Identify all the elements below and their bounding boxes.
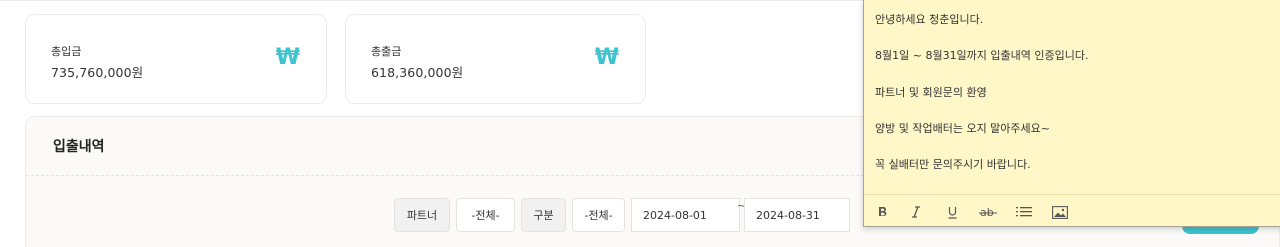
italic-icon[interactable]	[906, 203, 926, 221]
panel-title: 입출내역	[53, 139, 105, 155]
partner-filter-label: 파트너	[394, 198, 450, 232]
total-deposit-value: 735,760,000원	[51, 65, 144, 80]
won-icon: ₩	[594, 45, 619, 70]
memo-line: 8월1일 ~ 8월31일까지 입출내역 인증입니다.	[875, 49, 1089, 62]
type-select[interactable]: -전체-	[572, 198, 625, 232]
total-deposit-label: 총입금	[51, 45, 82, 58]
image-icon[interactable]	[1050, 203, 1070, 221]
total-deposit-card: 총입금 735,760,000원 ₩	[25, 14, 327, 104]
date-to-input[interactable]: 2024-08-31	[744, 198, 850, 232]
memo-line: 안녕하세요 청춘입니다.	[875, 13, 984, 26]
memo-popup[interactable]: 안녕하세요 청춘입니다. 8월1일 ~ 8월31일까지 입출내역 인증입니다. …	[863, 0, 1280, 227]
total-withdrawal-card: 총출금 618,360,000원 ₩	[345, 14, 646, 104]
memo-line: 꼭 실배터만 문의주시기 바랍니다.	[875, 158, 1031, 171]
svg-text:ab: ab	[980, 206, 994, 218]
total-withdrawal-value: 618,360,000원	[371, 65, 464, 80]
memo-line: 파트너 및 회원문의 환영	[875, 86, 987, 99]
total-withdrawal-label: 총출금	[371, 45, 402, 58]
won-icon: ₩	[275, 45, 300, 70]
memo-line: 양방 및 작업배터는 오지 말아주세요~	[875, 122, 1051, 135]
strikethrough-icon[interactable]: ab	[978, 203, 998, 221]
underline-icon[interactable]	[942, 203, 962, 221]
partner-select[interactable]: -전체-	[456, 198, 515, 232]
list-icon[interactable]	[1014, 203, 1034, 221]
memo-toolbar: ab	[864, 194, 1280, 227]
bold-icon[interactable]	[872, 203, 892, 221]
date-from-input[interactable]: 2024-08-01	[631, 198, 740, 232]
type-filter-label: 구분	[521, 198, 566, 232]
